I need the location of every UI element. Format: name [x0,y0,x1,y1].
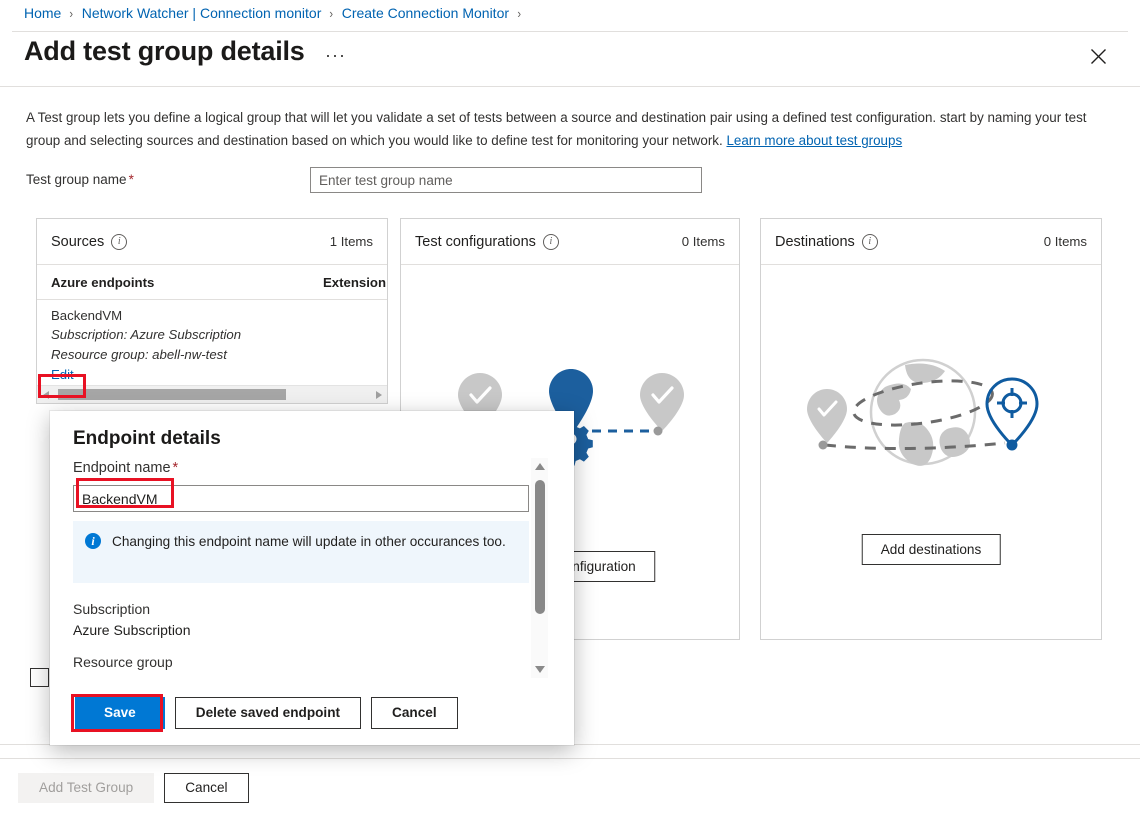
cancel-endpoint-button[interactable]: Cancel [371,697,458,729]
delete-saved-endpoint-button[interactable]: Delete saved endpoint [175,697,361,729]
endpoint-subscription-value: Subscription: Azure Subscription [51,325,387,345]
sources-column-header: Azure endpoints Extension Sta [37,265,387,300]
test-group-name-label: Test group name* [26,172,134,187]
sources-item-count: 1 Items [330,234,373,249]
breadcrumb-item-network-watcher[interactable]: Network Watcher | Connection monitor [82,5,322,21]
add-destinations-button[interactable]: Add destinations [862,534,1001,565]
save-button[interactable]: Save [75,697,165,729]
test-configurations-panel-title: Test configurations [415,234,536,250]
required-marker: * [129,172,134,187]
endpoint-name-label-text: Endpoint name [73,460,171,476]
breadcrumb-separator-icon: › [330,6,334,21]
more-options-button[interactable]: ··· [325,45,346,66]
info-icon[interactable]: i [111,234,127,250]
subscription-field: Subscription Azure Subscription [73,599,191,641]
info-icon[interactable]: i [543,234,559,250]
header-divider [0,86,1140,87]
endpoint-name-label: Endpoint name* [73,460,178,476]
sources-panel-title: Sources [51,234,104,250]
test-configurations-item-count: 0 Items [682,234,725,249]
footer-divider [0,758,1140,759]
subscription-label: Subscription [73,599,191,620]
info-message-text: Changing this endpoint name will update … [112,532,506,583]
close-icon [1090,48,1107,65]
endpoint-details-scroll-region: Endpoint name* i Changing this endpoint … [50,459,574,685]
intro-paragraph: A Test group lets you define a logical g… [26,106,1112,152]
learn-more-link[interactable]: Learn more about test groups [726,133,902,148]
chevron-up-icon[interactable] [531,458,548,475]
test-configurations-panel-header: Test configurations i 0 Items [401,219,739,265]
edit-endpoint-link[interactable]: Edit [51,367,74,382]
sources-horizontal-scrollbar[interactable] [37,385,387,403]
endpoint-details-actions: Save Delete saved endpoint Cancel [75,697,458,729]
test-group-name-label-text: Test group name [26,172,127,187]
intro-text: A Test group lets you define a logical g… [26,110,1086,148]
endpoint-name-input[interactable] [73,485,529,512]
destinations-panel-header: Destinations i 0 Items [761,219,1101,265]
title-divider [12,31,1128,32]
info-icon[interactable]: i [862,234,878,250]
info-circle-icon: i [85,533,101,549]
endpoint-resource-group-value: Resource group: abell-nw-test [51,345,387,365]
breadcrumb-separator-icon: › [70,6,74,21]
endpoint-details-vertical-scrollbar[interactable] [531,458,548,678]
column-extension-status[interactable]: Extension Sta [323,275,388,290]
breadcrumb-item-create-connection-monitor[interactable]: Create Connection Monitor [342,5,509,21]
breadcrumb: Home › Network Watcher | Connection moni… [24,5,529,21]
scroll-thumb[interactable] [58,389,286,400]
destinations-panel-body: Add destinations [761,265,1101,639]
close-button[interactable] [1084,42,1112,70]
breadcrumb-separator-icon: › [517,6,521,21]
chevron-down-icon[interactable] [531,661,548,678]
sources-panel-header: Sources i 1 Items [37,219,387,265]
required-marker: * [173,460,179,476]
destinations-item-count: 0 Items [1044,234,1087,249]
destinations-panel-title: Destinations [775,234,855,250]
endpoint-name-value: BackendVM [51,306,387,325]
scroll-track[interactable] [54,386,370,403]
scroll-left-button[interactable] [37,386,54,403]
enable-charge-checkbox[interactable] [30,668,49,687]
endpoint-details-dialog: Endpoint details Endpoint name* i Changi… [50,411,574,745]
page-footer: Add Test Group Cancel [18,773,249,803]
test-group-name-input[interactable] [310,167,702,193]
scroll-right-button[interactable] [370,386,387,403]
resource-group-label: Resource group [73,652,173,673]
destinations-panel: Destinations i 0 Items [760,218,1102,640]
cancel-button[interactable]: Cancel [164,773,248,803]
globe-destinations-illustration [801,357,1061,477]
sources-panel: Sources i 1 Items Azure endpoints Extens… [36,218,388,404]
breadcrumb-item-home[interactable]: Home [24,5,61,21]
resource-group-field: Resource group [73,652,173,673]
add-test-group-button[interactable]: Add Test Group [18,773,154,803]
page-title: Add test group details [24,36,305,67]
endpoint-name-info-message: i Changing this endpoint name will updat… [73,521,529,583]
table-row: BackendVM Subscription: Azure Subscripti… [37,300,387,382]
endpoint-details-title: Endpoint details [73,428,221,450]
scroll-thumb[interactable] [535,480,545,614]
column-azure-endpoints[interactable]: Azure endpoints [51,275,154,290]
subscription-value: Azure Subscription [73,620,191,641]
